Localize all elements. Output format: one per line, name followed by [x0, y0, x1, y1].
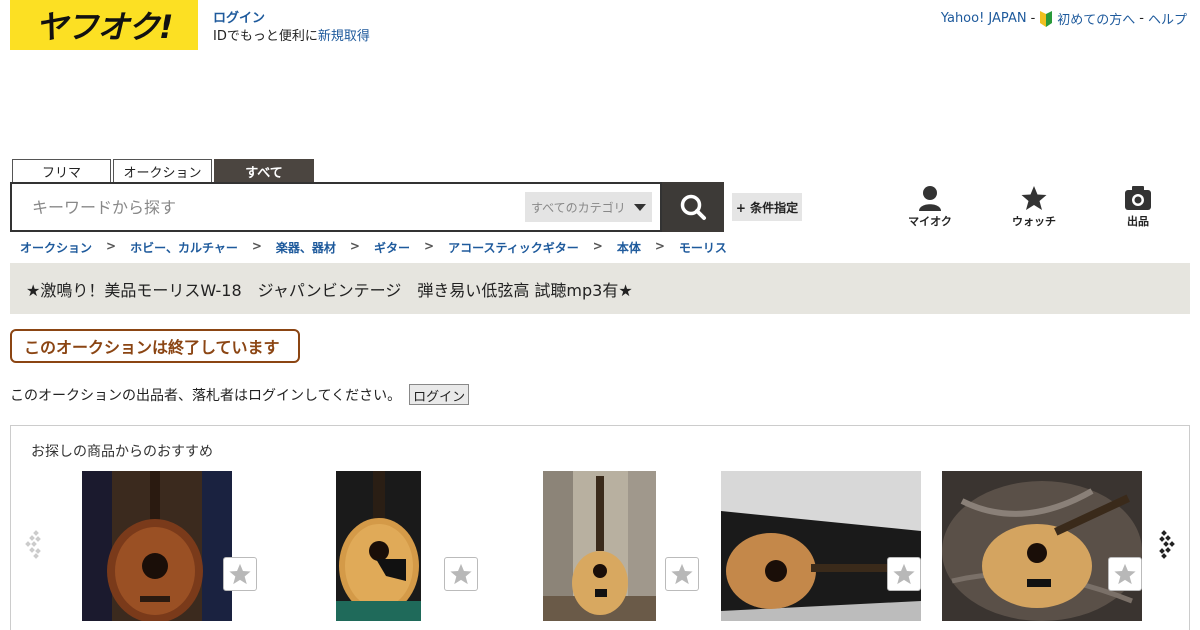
- recommend-item-image[interactable]: [543, 471, 656, 621]
- breadcrumb-item[interactable]: ホビー、カルチャー: [130, 239, 238, 256]
- first-time-link[interactable]: 初めての方へ: [1057, 9, 1135, 28]
- help-link[interactable]: ヘルプ: [1148, 9, 1187, 28]
- chevron-down-icon: [634, 203, 646, 211]
- recommend-item-image[interactable]: [82, 471, 232, 621]
- login-notice-text: このオークションの出品者、落札者はログインしてください。: [10, 387, 402, 404]
- login-link[interactable]: ログイン: [213, 10, 370, 28]
- recommend-item-image[interactable]: [721, 471, 921, 621]
- breadcrumb-item[interactable]: 本体: [617, 239, 641, 256]
- logo-text: ヤフオク!: [35, 8, 174, 46]
- tab-furima[interactable]: フリマ: [12, 159, 111, 182]
- separator: -: [1139, 11, 1144, 26]
- search-box: すべてのカテゴリ: [10, 182, 662, 232]
- watch-star-button[interactable]: [444, 557, 478, 591]
- breadcrumb-separator: >: [424, 239, 435, 253]
- breadcrumb-item[interactable]: ギター: [374, 239, 410, 256]
- star-icon: [893, 563, 915, 585]
- guitar-photo: [82, 471, 232, 621]
- login-notice: このオークションの出品者、落札者はログインしてください。 ログイン: [10, 384, 470, 405]
- watch-star-button[interactable]: [1108, 557, 1142, 591]
- carousel-prev-icon[interactable]: [24, 529, 44, 559]
- recommend-item-image[interactable]: [336, 471, 421, 621]
- category-select[interactable]: すべてのカテゴリ: [525, 192, 652, 222]
- star-icon: [1114, 563, 1136, 585]
- login-subtext: IDでもっと便利に: [213, 29, 318, 44]
- login-button[interactable]: ログイン: [409, 384, 470, 405]
- yahoo-japan-link[interactable]: Yahoo! JAPAN: [941, 11, 1027, 26]
- breadcrumb-separator: >: [592, 239, 603, 253]
- search-button[interactable]: [662, 182, 724, 232]
- sell-label: 出品: [1127, 215, 1149, 228]
- person-icon: [919, 186, 941, 211]
- tab-all[interactable]: すべて: [214, 159, 314, 182]
- watch-label: ウォッチ: [1012, 215, 1056, 228]
- my-auction-label: マイオク: [908, 215, 952, 228]
- search-input[interactable]: [12, 185, 512, 229]
- recommend-item-image[interactable]: [942, 471, 1142, 621]
- search-icon: [680, 194, 706, 220]
- signup-link[interactable]: 新規取得: [318, 29, 370, 44]
- recommendation-title: お探しの商品からのおすすめ: [31, 444, 213, 460]
- watch-star-button[interactable]: [223, 557, 257, 591]
- login-box: ログイン IDでもっと便利に新規取得: [213, 10, 370, 46]
- tab-auction[interactable]: オークション: [113, 159, 212, 182]
- star-icon: [671, 563, 693, 585]
- breadcrumb: オークション > ホビー、カルチャー > 楽器、器材 > ギター > アコーステ…: [20, 239, 727, 256]
- breadcrumb-separator: >: [654, 239, 665, 253]
- auction-ended-badge: このオークションは終了しています: [10, 329, 300, 363]
- breadcrumb-item[interactable]: アコースティックギター: [448, 239, 579, 256]
- top-links: Yahoo! JAPAN - 初めての方へ - ヘルプ: [941, 9, 1187, 28]
- breadcrumb-item[interactable]: オークション: [20, 239, 92, 256]
- sell-button[interactable]: 出品: [1108, 185, 1168, 229]
- page-title: ★激鳴り！美品モーリスW-18 ジャパンビンテージ 弾き易い低弦高 試聴mp3有…: [26, 280, 633, 300]
- item-title-bar: ★激鳴り！美品モーリスW-18 ジャパンビンテージ 弾き易い低弦高 試聴mp3有…: [10, 263, 1190, 314]
- star-icon: [229, 563, 251, 585]
- watch-star-button[interactable]: [887, 557, 921, 591]
- guitar-photo: [942, 471, 1142, 621]
- guitar-photo: [543, 471, 656, 621]
- yahuoku-logo[interactable]: ヤフオク!: [10, 0, 198, 50]
- conditions-button[interactable]: + 条件指定: [732, 193, 802, 221]
- my-auction-button[interactable]: マイオク: [900, 185, 960, 229]
- carousel-next-icon[interactable]: [1156, 529, 1176, 559]
- breadcrumb-separator: >: [106, 239, 117, 253]
- camera-icon: [1125, 186, 1151, 210]
- watch-button[interactable]: ウォッチ: [1004, 185, 1064, 229]
- recommendation-panel: お探しの商品からのおすすめ: [10, 425, 1190, 630]
- star-icon: [450, 563, 472, 585]
- category-select-label: すべてのカテゴリ: [531, 200, 626, 215]
- breadcrumb-separator: >: [349, 239, 360, 253]
- star-icon: [1021, 186, 1047, 210]
- beginner-mark-icon: [1040, 10, 1053, 27]
- separator: -: [1030, 11, 1036, 26]
- guitar-photo: [336, 471, 421, 621]
- breadcrumb-item[interactable]: モーリス: [679, 239, 727, 256]
- search-tabs: フリマ オークション すべて: [12, 159, 314, 182]
- guitar-photo: [721, 471, 921, 621]
- breadcrumb-separator: >: [251, 239, 262, 253]
- breadcrumb-item[interactable]: 楽器、器材: [276, 239, 336, 256]
- watch-star-button[interactable]: [665, 557, 699, 591]
